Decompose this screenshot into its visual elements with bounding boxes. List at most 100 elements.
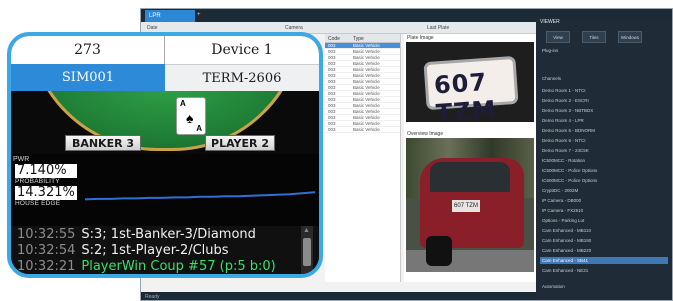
log-row: 10:32:21 PlayerWin Coup #57 (p:5 b:0) (17, 258, 276, 274)
list-header-type[interactable]: Type (353, 36, 364, 42)
row-type: Basic Vehicle (353, 97, 380, 102)
channel-item[interactable]: IC500MCC - Police Options (542, 167, 597, 174)
section-channels[interactable]: Channels (542, 75, 561, 82)
channel-item[interactable]: Demo Room 7 - 24C5K (542, 147, 589, 154)
channel-item[interactable]: Demo Room 3 - NBTBDX (542, 107, 593, 114)
plate-image-label: Plate Image (407, 35, 434, 41)
tiles-button[interactable]: Tiles (582, 31, 606, 43)
log-time: 10:32:54 (17, 243, 76, 258)
row-code: 003 (328, 103, 336, 108)
panel-header: 273 Device 1 (11, 36, 319, 64)
channel-item[interactable]: Options - Parking Lot (542, 217, 584, 224)
license-plate: 607 TZM (426, 59, 516, 122)
view-button[interactable]: View (546, 31, 570, 43)
row-code: 003 (328, 109, 336, 114)
row-type: Basic Vehicle (353, 103, 380, 108)
baccarat-table: A ♠ A BANKER 3 PLAYER 2 (11, 91, 319, 154)
channel-item[interactable]: Cam Enhanced - SB41 (540, 257, 668, 264)
channel-item[interactable]: IP Camera - FX2510 (542, 207, 583, 214)
row-type: Basic Vehicle (353, 91, 380, 96)
row-type: Basic Vehicle (353, 85, 380, 90)
log-scrollbar[interactable]: ▲ (301, 226, 313, 274)
stats-area: PWR 7.140% PROBABILITY 14.321% HOUSE EDG… (11, 154, 319, 226)
log-message: PlayerWin Coup #57 (p:5 b:0) (81, 259, 276, 274)
license-plate-text: 607 TZM (433, 67, 498, 122)
channel-item[interactable]: Cam Enhanced - MB220 (542, 247, 591, 254)
log-row: 10:32:55 S:3; 1st-Banker-3/Diamond (17, 226, 256, 242)
channel-item[interactable]: Demo Room 6 - NTCI (542, 137, 586, 144)
channel-item[interactable]: Cam Enhanced - NE21 (542, 267, 588, 274)
row-code: 003 (328, 115, 336, 120)
row-type: Basic Vehicle (353, 121, 380, 126)
row-code: 003 (328, 85, 336, 90)
row-code: 003 (328, 97, 336, 102)
status-text: Ready (145, 294, 160, 300)
channel-item[interactable]: Demo Room 2 - ESCRI (542, 97, 589, 104)
log-row: 10:32:54 S:2; 1st-Player-2/Clubs (17, 242, 229, 258)
toolbar-date[interactable]: Date (147, 25, 158, 31)
row-type: Basic Vehicle (353, 73, 380, 78)
toolbar-last-plate[interactable]: Last Plate (427, 25, 449, 31)
channel-item[interactable]: Demo Room 1 - NTCI (542, 87, 586, 94)
overview-image-label: Overview Image (407, 131, 444, 137)
row-type: Basic Vehicle (353, 127, 380, 132)
probability-label: PROBABILITY (15, 178, 60, 185)
scroll-up-arrow-icon[interactable]: ▲ (303, 227, 310, 234)
event-log[interactable]: 10:32:55 S:3; 1st-Banker-3/Diamond 10:32:… (11, 226, 319, 274)
spade-icon: ♠ (186, 110, 194, 126)
card-rank-bottom: A (196, 124, 202, 133)
panel-tabs: SIM001 TERM-2606 (11, 64, 319, 91)
row-type: Basic Vehicle (353, 43, 380, 48)
row-type: Basic Vehicle (353, 109, 380, 114)
device-name: Device 1 (211, 42, 273, 58)
row-code: 003 (328, 43, 336, 48)
new-tab-button[interactable]: + (197, 12, 201, 18)
tab-sim001[interactable]: SIM001 (11, 64, 165, 91)
row-code: 003 (328, 49, 336, 54)
app-status-bar: Ready (141, 292, 536, 300)
app-tab-lpr[interactable]: LPR (145, 10, 195, 22)
tab-term-2606[interactable]: TERM-2606 (165, 64, 319, 91)
probability-value: 7.140% (15, 164, 77, 178)
row-code: 003 (328, 127, 336, 132)
table-row[interactable]: 003 Basic Vehicle (325, 127, 400, 133)
row-type: Basic Vehicle (353, 115, 380, 120)
baccarat-monitor-panel: 273 Device 1 SIM001 TERM-2606 A ♠ A BANK… (7, 32, 323, 278)
section-plugins[interactable]: Plug-ins (542, 47, 558, 54)
row-code: 003 (328, 61, 336, 66)
row-type: Basic Vehicle (353, 79, 380, 84)
row-code: 003 (328, 73, 336, 78)
pwr-label: PWR (13, 156, 30, 163)
toolbar-camera[interactable]: Camera (285, 25, 303, 31)
trend-chart (84, 191, 316, 201)
channel-item[interactable]: IP Camera - DB000 (542, 197, 581, 204)
car-rear-window (430, 162, 510, 192)
row-code: 003 (328, 67, 336, 72)
banker-seat-label: BANKER 3 (65, 135, 141, 151)
channel-item[interactable]: Cam Enhanced - MB190 (542, 237, 591, 244)
channel-item[interactable]: Cam Enhanced - MB110 (542, 227, 591, 234)
channel-item[interactable]: Demo Room 5 - BDNORM (542, 127, 595, 134)
house-edge-value: 14.321% (15, 186, 77, 200)
row-type: Basic Vehicle (353, 61, 380, 66)
log-message: S:3; 1st-Banker-3/Diamond (81, 227, 256, 242)
log-time: 10:32:21 (17, 259, 76, 274)
channel-item[interactable]: CryptIDC - 2002M (542, 187, 578, 194)
windows-button[interactable]: Windows (618, 31, 642, 43)
channel-item[interactable]: IC600MCC - Police Options (542, 177, 597, 184)
automation-footer[interactable]: Automation (542, 283, 565, 290)
plate-image: 607 TZM (406, 42, 534, 122)
list-header-code[interactable]: Code (328, 36, 340, 42)
vehicle-list[interactable]: Code Type 003 Basic Vehicle 003 Basic Vehic… (325, 34, 401, 282)
row-type: Basic Vehicle (353, 67, 380, 72)
car-plate: 607 TZM (452, 200, 480, 212)
viewer-panel-title: VIEWER (540, 19, 560, 25)
image-panels: Plate Image 607 TZM Overview Image 607 T… (404, 34, 536, 282)
channel-item[interactable]: IC500MCC - Rotation (542, 157, 585, 164)
channel-item[interactable]: Demo Room 4 - LPR (542, 117, 584, 124)
house-edge-label: HOUSE EDGE (15, 200, 61, 207)
overview-image: 607 TZM (406, 138, 534, 272)
playing-card: A ♠ A (176, 97, 206, 135)
trend-line (84, 191, 316, 201)
scrollbar-thumb[interactable] (303, 238, 311, 266)
